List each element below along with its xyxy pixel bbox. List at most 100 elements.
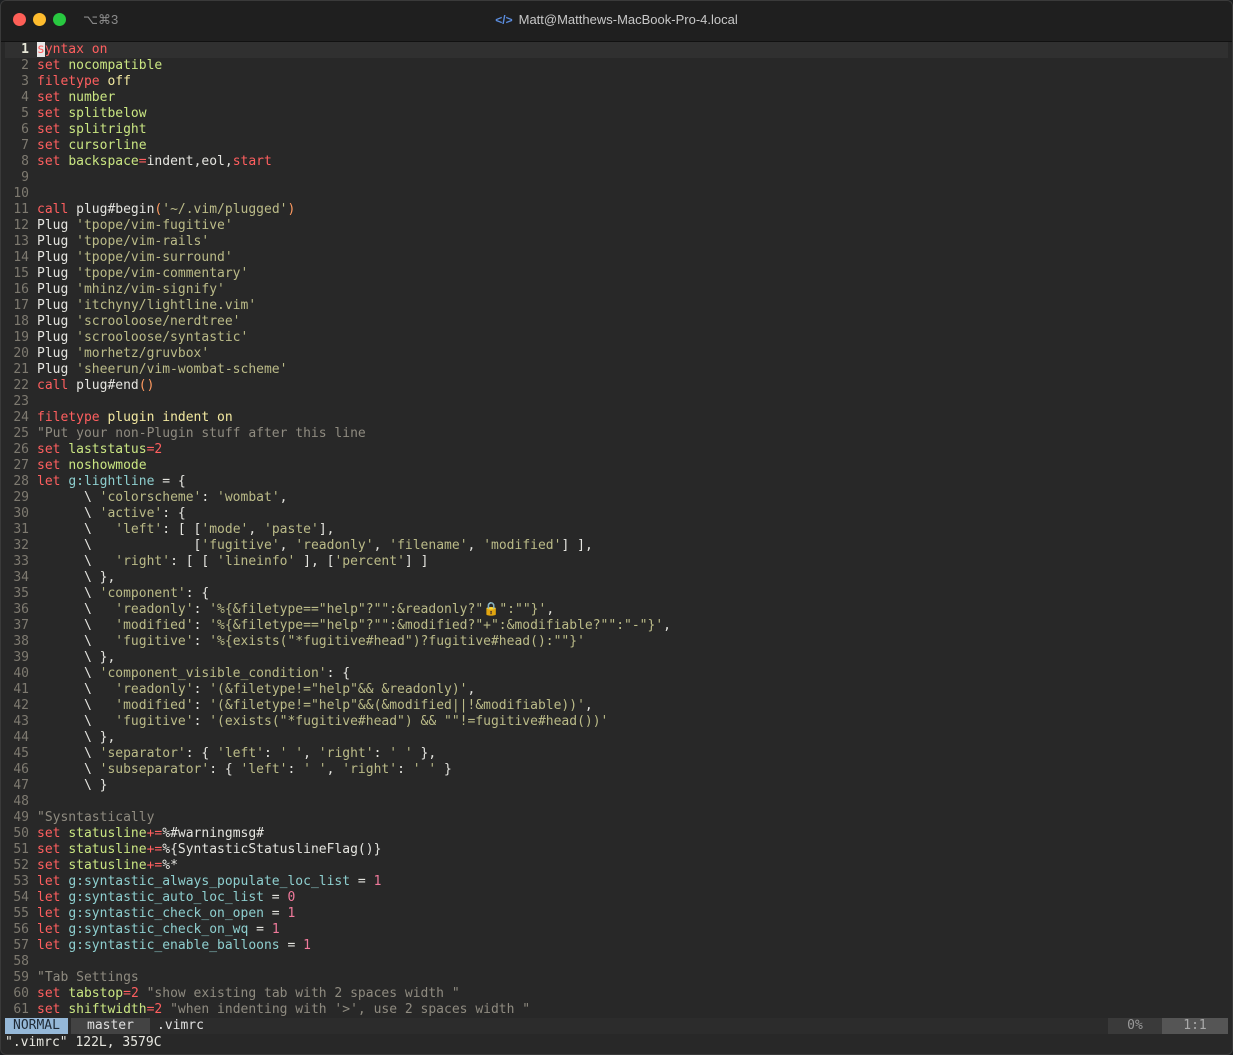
buffer-line[interactable]: 22 call plug#end() <box>5 378 1228 394</box>
line-number: 26 <box>13 442 29 457</box>
buffer-line[interactable]: 42 \ 'modified': '(&filetype!="help"&&(&… <box>5 698 1228 714</box>
line-number: 6 <box>21 122 29 137</box>
line-number: 8 <box>21 154 29 169</box>
buffer-line[interactable]: 56 let g:syntastic_check_on_wq = 1 <box>5 922 1228 938</box>
line-number: 42 <box>13 698 29 713</box>
buffer-line[interactable]: 57 let g:syntastic_enable_balloons = 1 <box>5 938 1228 954</box>
line-text: syntax on <box>37 42 108 57</box>
buffer-line[interactable]: 39 \ }, <box>5 650 1228 666</box>
buffer-line[interactable]: 43 \ 'fugitive': '(exists("*fugitive#hea… <box>5 714 1228 730</box>
line-text: "Put your non-Plugin stuff after this li… <box>37 426 366 441</box>
buffer-line[interactable]: 6 set splitright <box>5 122 1228 138</box>
buffer-line[interactable]: 55 let g:syntastic_check_on_open = 1 <box>5 906 1228 922</box>
buffer-line[interactable]: 9 <box>5 170 1228 186</box>
buffer-line[interactable]: 40 \ 'component_visible_condition': { <box>5 666 1228 682</box>
line-number: 46 <box>13 762 29 777</box>
line-number: 12 <box>13 218 29 233</box>
line-text: set statusline+=%* <box>37 858 178 873</box>
command-line[interactable]: ".vimrc" 122L, 3579C <box>5 1035 1228 1053</box>
line-number: 33 <box>13 554 29 569</box>
buffer-line[interactable]: 41 \ 'readonly': '(&filetype!="help"&& &… <box>5 682 1228 698</box>
buffer-line[interactable]: 47 \ } <box>5 778 1228 794</box>
buffer-line[interactable]: 51 set statusline+=%{SyntasticStatuslineF… <box>5 842 1228 858</box>
buffer-line[interactable]: 58 <box>5 954 1228 970</box>
buffer-line[interactable]: 61 set shiftwidth=2 "when indenting with … <box>5 1002 1228 1018</box>
buffer-line[interactable]: 7 set cursorline <box>5 138 1228 154</box>
buffer-line[interactable]: 35 \ 'component': { <box>5 586 1228 602</box>
line-text: set tabstop=2 "show existing tab with 2 … <box>37 986 460 1001</box>
line-number: 11 <box>13 202 29 217</box>
buffer-line[interactable]: 4 set number <box>5 90 1228 106</box>
buffer-line[interactable]: 48 <box>5 794 1228 810</box>
line-text: let g:lightline = { <box>37 474 186 489</box>
buffer-line[interactable]: 28 let g:lightline = { <box>5 474 1228 490</box>
cursor: s <box>37 42 45 57</box>
buffer-line[interactable]: 18 Plug 'scrooloose/nerdtree' <box>5 314 1228 330</box>
buffer-line[interactable]: 3 filetype off <box>5 74 1228 90</box>
buffer-line[interactable]: 27 set noshowmode <box>5 458 1228 474</box>
buffer-line[interactable]: 34 \ }, <box>5 570 1228 586</box>
line-number: 56 <box>13 922 29 937</box>
buffer-line[interactable]: 50 set statusline+=%#warningmsg# <box>5 826 1228 842</box>
buffer-line[interactable]: 38 \ 'fugitive': '%{exists("*fugitive#he… <box>5 634 1228 650</box>
line-number: 39 <box>13 650 29 665</box>
buffer-line[interactable]: 26 set laststatus=2 <box>5 442 1228 458</box>
buffer-line[interactable]: 13 Plug 'tpope/vim-rails' <box>5 234 1228 250</box>
buffer-line[interactable]: 17 Plug 'itchyny/lightline.vim' <box>5 298 1228 314</box>
buffer-line[interactable]: 36 \ 'readonly': '%{&filetype=="help"?""… <box>5 602 1228 618</box>
line-number: 59 <box>13 970 29 985</box>
buffer-line[interactable]: 37 \ 'modified': '%{&filetype=="help"?""… <box>5 618 1228 634</box>
scroll-percent: 0% <box>1108 1018 1162 1034</box>
buffer-line[interactable]: 19 Plug 'scrooloose/syntastic' <box>5 330 1228 346</box>
buffer-line[interactable]: 16 Plug 'mhinz/vim-signify' <box>5 282 1228 298</box>
line-number: 20 <box>13 346 29 361</box>
buffer-line[interactable]: 32 \ ['fugitive', 'readonly', 'filename'… <box>5 538 1228 554</box>
line-text: set nocompatible <box>37 58 163 73</box>
buffer-line[interactable]: 1 syntax on <box>5 42 1228 58</box>
line-text: \ } <box>37 778 108 793</box>
buffer-line[interactable]: 54 let g:syntastic_auto_loc_list = 0 <box>5 890 1228 906</box>
line-text: \ 'right': [ [ 'lineinfo' ], ['percent']… <box>37 554 429 569</box>
buffer-line[interactable]: 11 call plug#begin('~/.vim/plugged') <box>5 202 1228 218</box>
buffer-line[interactable]: 59 "Tab Settings <box>5 970 1228 986</box>
buffer-line[interactable]: 45 \ 'separator': { 'left': ' ', 'right'… <box>5 746 1228 762</box>
buffer-line[interactable]: 53 let g:syntastic_always_populate_loc_li… <box>5 874 1228 890</box>
line-number: 29 <box>13 490 29 505</box>
line-number: 41 <box>13 682 29 697</box>
buffer-line[interactable]: 52 set statusline+=%* <box>5 858 1228 874</box>
line-number: 27 <box>13 458 29 473</box>
buffer-line[interactable]: 24 filetype plugin indent on <box>5 410 1228 426</box>
buffer-line[interactable]: 49 "Sysntastically <box>5 810 1228 826</box>
buffer-line[interactable]: 2 set nocompatible <box>5 58 1228 74</box>
line-number: 57 <box>13 938 29 953</box>
buffer-line[interactable]: 10 <box>5 186 1228 202</box>
line-number: 37 <box>13 618 29 633</box>
buffer-line[interactable]: 15 Plug 'tpope/vim-commentary' <box>5 266 1228 282</box>
line-text: let g:syntastic_enable_balloons = 1 <box>37 938 311 953</box>
line-text: set noshowmode <box>37 458 147 473</box>
buffer-line[interactable]: 60 set tabstop=2 "show existing tab with … <box>5 986 1228 1002</box>
buffer-line[interactable]: 5 set splitbelow <box>5 106 1228 122</box>
buffer-line[interactable]: 30 \ 'active': { <box>5 506 1228 522</box>
buffer-line[interactable]: 20 Plug 'morhetz/gruvbox' <box>5 346 1228 362</box>
line-number: 2 <box>21 58 29 73</box>
buffer-line[interactable]: 14 Plug 'tpope/vim-surround' <box>5 250 1228 266</box>
line-number: 23 <box>13 394 29 409</box>
line-text: \ 'colorscheme': 'wombat', <box>37 490 288 505</box>
buffer-line[interactable]: 25 "Put your non-Plugin stuff after this … <box>5 426 1228 442</box>
buffer-line[interactable]: 44 \ }, <box>5 730 1228 746</box>
vim-editor-buffer[interactable]: 1 syntax on 2 set nocompatible 3 filetype off… <box>5 42 1228 1018</box>
buffer-line[interactable]: 8 set backspace=indent,eol,start <box>5 154 1228 170</box>
buffer-line[interactable]: 33 \ 'right': [ [ 'lineinfo' ], ['percen… <box>5 554 1228 570</box>
buffer-line[interactable]: 29 \ 'colorscheme': 'wombat', <box>5 490 1228 506</box>
buffer-line[interactable]: 21 Plug 'sheerun/vim-wombat-scheme' <box>5 362 1228 378</box>
line-number: 40 <box>13 666 29 681</box>
line-text: let g:syntastic_check_on_wq = 1 <box>37 922 280 937</box>
buffer-line[interactable]: 12 Plug 'tpope/vim-fugitive' <box>5 218 1228 234</box>
line-text: \ 'readonly': '(&filetype!="help"&& &rea… <box>37 682 476 697</box>
buffer-line[interactable]: 23 <box>5 394 1228 410</box>
line-text: call plug#begin('~/.vim/plugged') <box>37 202 296 217</box>
buffer-line[interactable]: 46 \ 'subseparator': { 'left': ' ', 'rig… <box>5 762 1228 778</box>
buffer-line[interactable]: 31 \ 'left': [ ['mode', 'paste'], <box>5 522 1228 538</box>
line-text: Plug 'scrooloose/nerdtree' <box>37 314 241 329</box>
